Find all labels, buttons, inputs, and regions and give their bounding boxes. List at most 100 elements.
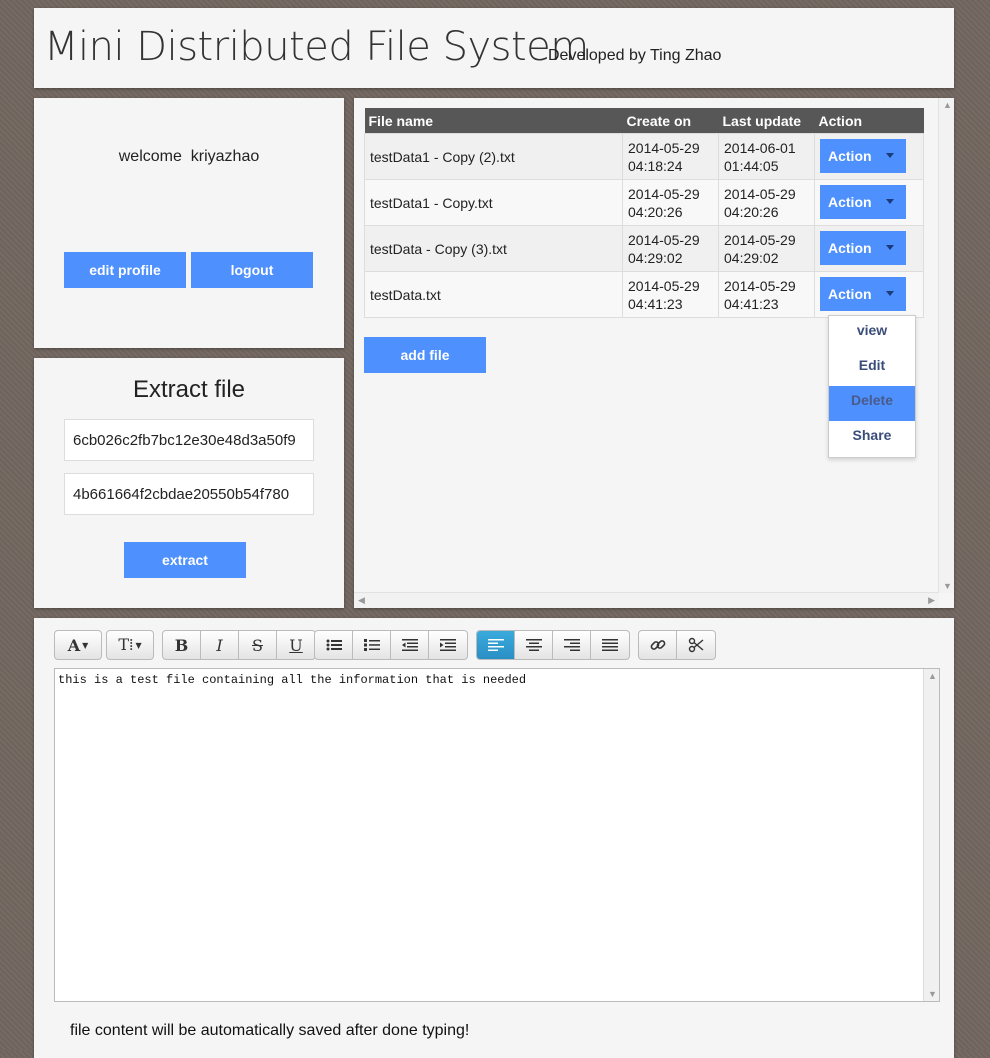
action-label: Action xyxy=(828,286,872,302)
align-right-button[interactable] xyxy=(553,631,591,659)
menu-item-edit[interactable]: Edit xyxy=(829,351,915,386)
action-dropdown-button[interactable]: Action xyxy=(820,231,906,265)
underline-icon: U xyxy=(289,635,303,655)
align-center-icon xyxy=(525,639,542,651)
font-size-button[interactable]: T⁞ ▼ xyxy=(107,631,153,659)
outdent-button[interactable] xyxy=(391,631,429,659)
updated-time: 04:20:26 xyxy=(724,203,779,220)
edit-profile-button[interactable]: edit profile xyxy=(64,252,186,288)
extract-key-input-1[interactable] xyxy=(64,419,314,461)
underline-button[interactable]: U xyxy=(277,631,315,659)
file-name-cell[interactable]: testData - Copy (3).txt xyxy=(364,225,623,272)
menu-item-share[interactable]: Share xyxy=(829,421,915,456)
font-size-icon: T⁞ xyxy=(118,635,134,654)
column-header-create-on: Create on xyxy=(622,108,719,134)
menu-item-delete[interactable]: Delete xyxy=(829,386,915,421)
italic-button[interactable]: I xyxy=(201,631,239,659)
extract-button[interactable]: extract xyxy=(124,542,246,578)
user-panel: welcome kriyazhao edit profile logout xyxy=(34,98,344,348)
align-group xyxy=(476,630,630,660)
justify-button[interactable] xyxy=(591,631,629,659)
updated-date: 2014-05-29 xyxy=(724,277,796,294)
menu-item-delete-label: Delete xyxy=(850,392,894,408)
extract-key-input-2[interactable] xyxy=(64,473,314,515)
align-center-button[interactable] xyxy=(515,631,553,659)
welcome-message: welcome kriyazhao xyxy=(118,148,260,165)
logout-button[interactable]: logout xyxy=(191,252,313,288)
action-cell: Action xyxy=(814,225,924,272)
editor-content[interactable]: this is a test file containing all the i… xyxy=(58,673,526,687)
file-name-cell[interactable]: testData1 - Copy.txt xyxy=(364,179,623,226)
link-button[interactable] xyxy=(639,631,677,659)
indent-icon xyxy=(440,639,456,651)
scroll-up-icon[interactable]: ▲ xyxy=(928,671,937,681)
bullet-list-button[interactable] xyxy=(315,631,353,659)
scroll-right-icon[interactable]: ▶ xyxy=(928,595,935,606)
bullet-list-icon xyxy=(326,639,342,651)
created-time: 04:20:26 xyxy=(628,203,683,220)
format-group: B I S U xyxy=(162,630,316,660)
align-left-button[interactable] xyxy=(477,631,515,659)
menu-item-view[interactable]: view xyxy=(829,316,915,351)
bold-button[interactable]: B xyxy=(163,631,201,659)
table-row: testData1 - Copy (2).txt 2014-05-29 04:18… xyxy=(364,133,924,180)
action-dropdown-button[interactable]: Action xyxy=(820,139,906,173)
scroll-down-icon[interactable]: ▼ xyxy=(943,581,952,591)
created-cell: 2014-05-29 04:20:26 xyxy=(622,179,719,226)
list-group xyxy=(314,630,468,660)
author-credit: Developed by Ting Zhao xyxy=(548,47,722,64)
caret-down-icon xyxy=(886,245,894,250)
caret-down-icon xyxy=(886,153,894,158)
updated-cell: 2014-05-29 04:41:23 xyxy=(718,271,815,318)
column-header-file-name: File name xyxy=(364,108,623,134)
bold-icon: B xyxy=(174,635,189,655)
updated-cell: 2014-06-01 01:44:05 xyxy=(718,133,815,180)
link-group xyxy=(638,630,716,660)
scroll-up-icon[interactable]: ▲ xyxy=(943,100,952,110)
editor-scrollbar[interactable]: ▲ ▼ xyxy=(923,669,939,1001)
file-name-cell[interactable]: testData1 - Copy (2).txt xyxy=(364,133,623,180)
editor-textarea[interactable]: this is a test file containing all the i… xyxy=(54,668,940,1002)
created-date: 2014-05-29 xyxy=(628,139,700,156)
indent-button[interactable] xyxy=(429,631,467,659)
action-dropdown-button[interactable]: Action xyxy=(820,185,906,219)
updated-time: 04:41:23 xyxy=(724,295,779,312)
created-time: 04:18:24 xyxy=(628,157,683,174)
action-dropdown-button[interactable]: Action xyxy=(820,277,906,311)
column-header-last-update: Last update xyxy=(718,108,815,134)
action-cell: Action xyxy=(814,179,924,226)
files-vertical-scrollbar[interactable]: ▲ ▼ xyxy=(938,98,954,593)
created-time: 04:29:02 xyxy=(628,249,683,266)
strikethrough-button[interactable]: S xyxy=(239,631,277,659)
table-row: testData.txt 2014-05-29 04:41:23 2014-05-… xyxy=(364,271,924,318)
align-left-icon xyxy=(487,639,504,651)
files-horizontal-scrollbar[interactable]: ◀ ▶ xyxy=(354,592,939,608)
font-button[interactable]: A ▼ xyxy=(55,631,101,659)
header-panel: Mini Distributed File System Developed b… xyxy=(34,8,954,88)
caret-down-icon xyxy=(886,291,894,296)
add-file-button[interactable]: add file xyxy=(364,337,486,373)
created-date: 2014-05-29 xyxy=(628,231,700,248)
numbered-list-icon xyxy=(363,639,380,651)
file-table: File name Create on Last update Action t… xyxy=(364,108,924,318)
scroll-left-icon[interactable]: ◀ xyxy=(358,595,365,606)
outdent-icon xyxy=(401,639,418,651)
file-name-cell[interactable]: testData.txt xyxy=(364,271,623,318)
created-cell: 2014-05-29 04:29:02 xyxy=(622,225,719,272)
italic-icon: I xyxy=(216,635,223,655)
numbered-list-button[interactable] xyxy=(353,631,391,659)
editor-panel: A ▼ T⁞ ▼ B I S U this is a test file con… xyxy=(34,618,954,1058)
extract-title: Extract file xyxy=(132,376,246,403)
updated-cell: 2014-05-29 04:29:02 xyxy=(718,225,815,272)
app-title: Mini Distributed File System xyxy=(44,24,589,70)
unlink-button[interactable] xyxy=(677,631,715,659)
scissors-icon xyxy=(688,637,704,653)
created-time: 04:41:23 xyxy=(628,295,683,312)
font-icon: A xyxy=(67,635,81,655)
created-date: 2014-05-29 xyxy=(628,277,700,294)
scroll-down-icon[interactable]: ▼ xyxy=(928,989,937,999)
action-label: Action xyxy=(828,194,872,210)
updated-date: 2014-06-01 xyxy=(724,139,796,156)
link-icon xyxy=(650,640,665,650)
autosave-note: file content will be automatically saved… xyxy=(70,1022,470,1039)
